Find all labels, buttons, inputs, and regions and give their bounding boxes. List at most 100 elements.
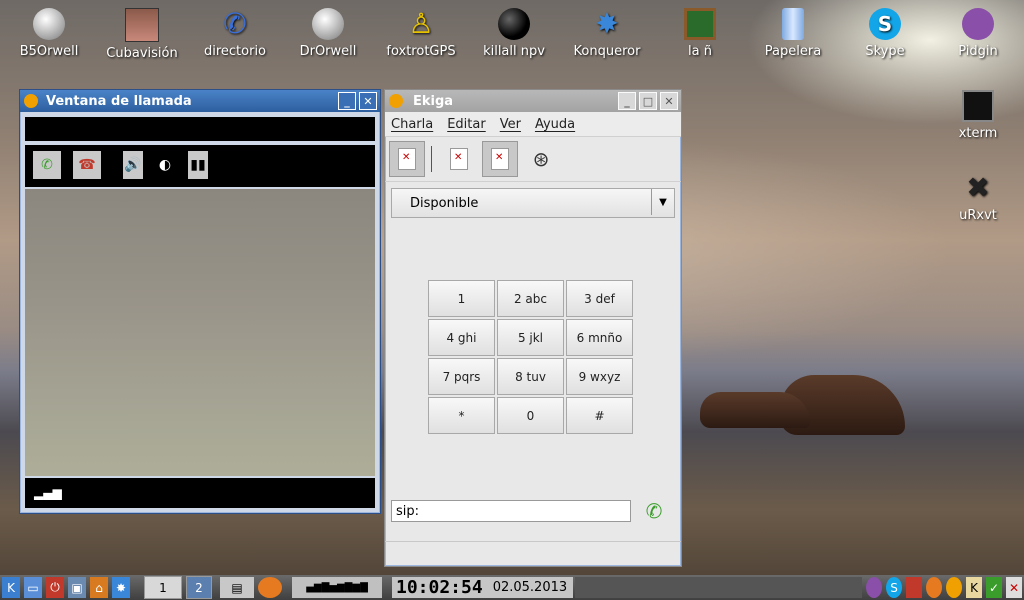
history-view-button[interactable] (482, 141, 518, 177)
video-icon[interactable]: ◐ (155, 151, 175, 179)
document-icon (450, 148, 468, 170)
chevron-down-icon: ▼ (651, 189, 674, 215)
close-button[interactable]: ✕ (359, 92, 377, 110)
close-button[interactable]: ✕ (660, 92, 678, 110)
taskbar: K ▭ ⏻ ▣ ⌂ ✸ 1 2 ▤ ▄▆▇▅▆▇▆▇ 10:02:54 02.0… (0, 575, 1024, 600)
dial-key-4[interactable]: 4 ghi (428, 319, 495, 356)
desktop-1-button[interactable]: 1 (144, 576, 182, 599)
dial-key-hash[interactable]: # (566, 397, 633, 434)
menubar: Charla Editar Ver Ayuda (385, 112, 681, 137)
desktop-icon-directorio[interactable]: ✆ directorio (189, 8, 281, 60)
desktop-icon-label: directorio (203, 44, 267, 59)
kde-menu-icon[interactable]: K (2, 577, 20, 598)
presence-select[interactable]: Disponible ▼ (391, 188, 675, 218)
desktop-icon-pidgin[interactable]: Pidgin (932, 8, 1024, 59)
ekiga-title: Ekiga (413, 93, 454, 109)
toolbar-separator (431, 146, 432, 172)
contacts-view-button[interactable] (389, 141, 425, 177)
call-button[interactable]: ✆ (641, 498, 667, 524)
call-window: Ventana de llamada _ ✕ ✆ ☎ 🔊 ◐ ▮▮ ▂▄▆ (19, 89, 381, 514)
desktop-icon-killall-npv[interactable]: killall npv (468, 8, 560, 59)
dial-key-7[interactable]: 7 pqrs (428, 358, 495, 395)
desktop-icon-papelera[interactable]: Papelera (747, 8, 839, 59)
desktop-icon-label: B5Orwell (19, 44, 79, 59)
dial-key-star[interactable]: * (428, 397, 495, 434)
menu-charla[interactable]: Charla (391, 117, 433, 132)
call-window-title: Ventana de llamada (46, 93, 192, 109)
logout-icon[interactable]: ⏻ (46, 577, 64, 598)
sip-address-input[interactable]: sip: (391, 500, 631, 522)
desktop-icon-skype[interactable]: S Skype (839, 8, 931, 59)
desktop-icon-label: Konqueror (573, 44, 641, 59)
konqueror-gear-icon: ✸ (595, 7, 619, 40)
dial-key-5[interactable]: 5 jkl (497, 319, 564, 356)
tray-ekiga-icon[interactable] (946, 577, 962, 598)
desktop-icon-label: killall npv (483, 44, 545, 59)
desktop-icon-label: la ñ (688, 44, 712, 59)
speaker-disc-icon (33, 8, 65, 40)
task-firefox-icon[interactable] (258, 577, 282, 598)
tray-network-icon[interactable]: ✓ (986, 577, 1002, 598)
pickup-icon[interactable]: ✆ (33, 151, 61, 179)
minimize-button[interactable]: _ (618, 92, 636, 110)
desktop-icon-label: xterm (958, 126, 998, 141)
tray-klipper-icon[interactable]: K (966, 577, 982, 598)
minimize-button[interactable]: _ (338, 92, 356, 110)
desktop-icon-foxtrotgps[interactable]: ♙ foxtrotGPS (375, 8, 467, 60)
desktop-icon-cubavision[interactable]: Cubavisión (96, 8, 188, 61)
tray-close-icon[interactable]: ✕ (1006, 577, 1022, 598)
desktop-icon-konqueror[interactable]: ✸ Konqueror (561, 7, 653, 60)
document-icon (491, 148, 509, 170)
phone-handset-icon: ✆ (645, 499, 663, 523)
menu-ayuda[interactable]: Ayuda (535, 117, 575, 132)
menu-editar[interactable]: Editar (447, 117, 486, 132)
pause-icon[interactable]: ▮▮ (188, 151, 208, 179)
ekiga-titlebar[interactable]: Ekiga _ □ ✕ (385, 90, 681, 112)
ekiga-app-icon (389, 94, 403, 108)
dial-key-9[interactable]: 9 wxyz (566, 358, 633, 395)
tray-foxtrot-icon[interactable] (906, 577, 922, 598)
tray-firefox-icon[interactable] (926, 577, 942, 598)
call-history-button[interactable]: ⊛ (524, 142, 558, 176)
speaker-icon[interactable]: 🔊 (123, 151, 143, 179)
speaker-disc-icon (312, 8, 344, 40)
tray-pidgin-icon[interactable] (866, 577, 882, 598)
desktop-icon-urxvt[interactable]: ✖ uRxvt (932, 171, 1024, 224)
signal-strength-icon: ▂▄▆ (34, 486, 62, 500)
desktop-icon-xterm[interactable]: xterm (932, 90, 1024, 141)
dial-key-3[interactable]: 3 def (566, 280, 633, 317)
desktop-icon-drorwell[interactable]: DrOrwell (282, 8, 374, 59)
x-terminal-icon: ✖ (966, 171, 990, 204)
desktop-icon-b5orwell[interactable]: B5Orwell (3, 8, 95, 59)
dial-key-0[interactable]: 0 (497, 397, 564, 434)
dial-key-1[interactable]: 1 (428, 280, 495, 317)
ekiga-window: Ekiga _ □ ✕ Charla Editar Ver Ayuda ⊛ Di… (384, 89, 682, 567)
menu-ver[interactable]: Ver (500, 117, 521, 132)
dialpad-view-button[interactable] (442, 142, 476, 176)
tray-area (575, 577, 862, 598)
call-window-titlebar[interactable]: Ventana de llamada _ ✕ (20, 90, 380, 112)
hangup-icon[interactable]: ☎ (73, 151, 101, 179)
show-desktop-icon[interactable]: ▭ (24, 577, 42, 598)
desktop-icon-la-n[interactable]: la ñ (654, 8, 746, 59)
task-ekiga-icon[interactable]: ▤ (220, 577, 254, 598)
presence-value: Disponible (410, 195, 479, 211)
chalkboard-icon (684, 8, 716, 40)
cpu-monitor-graph: ▄▆▇▅▆▇▆▇ (292, 577, 382, 598)
trash-can-icon (782, 8, 804, 40)
dial-key-8[interactable]: 8 tuv (497, 358, 564, 395)
ekiga-app-icon (24, 94, 38, 108)
toolbar: ⊛ (385, 137, 681, 182)
desktop-2-button[interactable]: 2 (186, 576, 212, 599)
dial-key-6[interactable]: 6 mnño (566, 319, 633, 356)
tray-skype-icon[interactable]: S (886, 577, 902, 598)
video-area (25, 189, 375, 476)
dialpad: 1 2 abc 3 def 4 ghi 5 jkl 6 mnño 7 pqrs … (428, 280, 633, 434)
dial-key-2[interactable]: 2 abc (497, 280, 564, 317)
pidgin-icon (962, 8, 994, 40)
home-icon[interactable]: ⌂ (90, 577, 108, 598)
konqueror-icon[interactable]: ✸ (112, 577, 130, 598)
maximize-button[interactable]: □ (639, 92, 657, 110)
system-icon[interactable]: ▣ (68, 577, 86, 598)
clock: 10:02:54 (392, 577, 487, 598)
